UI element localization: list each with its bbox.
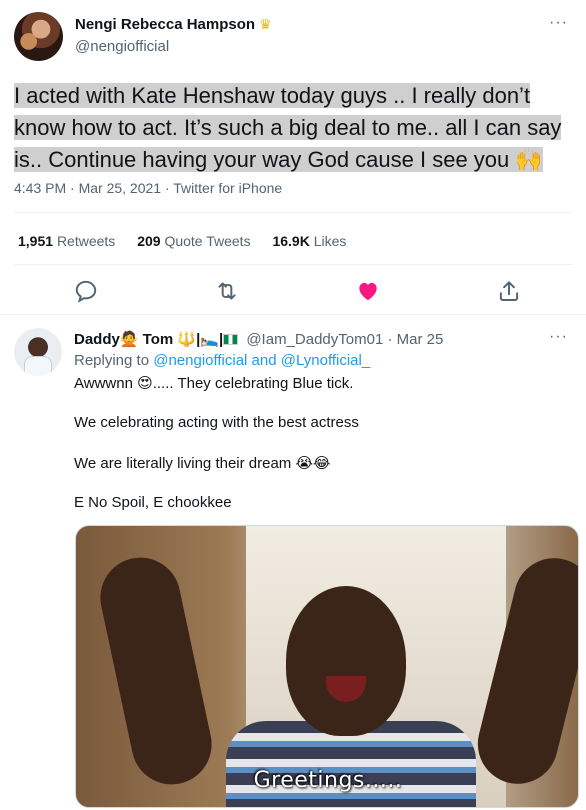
- like-icon[interactable]: [355, 278, 381, 304]
- reply-text-line: E No Spoil, E chookkee: [74, 494, 232, 511]
- quotes-count: 209: [137, 233, 161, 249]
- divider: [0, 314, 586, 315]
- tweet-text: I acted with Kate Henshaw today guys .. …: [14, 80, 574, 176]
- replying-to-links[interactable]: @nengiofficial and @Lynofficial_: [153, 352, 370, 369]
- quote-tweets-stat[interactable]: 209 Quote Tweets: [137, 233, 250, 249]
- reply-avatar[interactable]: [14, 328, 62, 376]
- divider: [14, 212, 572, 213]
- quotes-label: Quote Tweets: [164, 233, 251, 249]
- tweet-actions: [0, 278, 586, 304]
- reply-text-line: We celebrating acting with the best actr…: [74, 414, 359, 431]
- replying-to: Replying to @nengiofficial and @Lynoffic…: [74, 352, 370, 369]
- more-options-icon[interactable]: ···: [549, 14, 568, 32]
- reply-text-line: We are literally living their dream 😭😂: [74, 455, 331, 472]
- author-avatar[interactable]: [14, 12, 63, 61]
- engagement-stats: 1,951 Retweets 209 Quote Tweets 16.9K Li…: [18, 233, 364, 249]
- author-handle[interactable]: @nengiofficial: [75, 38, 169, 55]
- reply-author-name[interactable]: Daddy🙅 Tom 🔱|🛌|: [74, 331, 223, 348]
- author-name[interactable]: Nengi Rebecca Hampson ♛: [75, 16, 272, 33]
- author-name-text: Nengi Rebecca Hampson: [75, 16, 256, 33]
- reply-text-line: Awwwnn 😍..... They celebrating Blue tick…: [74, 375, 354, 392]
- more-options-icon[interactable]: ···: [549, 328, 568, 346]
- reply-icon[interactable]: [73, 278, 99, 304]
- retweets-count: 1,951: [18, 233, 54, 249]
- reply-author-handle[interactable]: @Iam_DaddyTom01 · Mar 25: [246, 331, 443, 348]
- tweet-meta[interactable]: 4:43 PM · Mar 25, 2021 · Twitter for iPh…: [14, 180, 282, 196]
- replying-prefix: Replying to: [74, 352, 154, 369]
- tweet-text-content: I acted with Kate Henshaw today guys .. …: [14, 83, 562, 172]
- likes-label: Likes: [313, 233, 347, 249]
- likes-stat[interactable]: 16.9K Likes: [272, 233, 346, 249]
- divider: [14, 264, 572, 265]
- retweets-label: Retweets: [56, 233, 116, 249]
- crown-icon: ♛: [259, 16, 272, 32]
- likes-count: 16.9K: [272, 233, 310, 249]
- retweet-icon[interactable]: [214, 278, 240, 304]
- share-icon[interactable]: [496, 278, 522, 304]
- nigeria-flag-icon: [223, 334, 239, 345]
- reply-media-image[interactable]: Greetings.....: [75, 525, 579, 808]
- media-caption: Greetings.....: [253, 768, 403, 793]
- retweets-stat[interactable]: 1,951 Retweets: [18, 233, 115, 249]
- reply-header: Daddy🙅 Tom 🔱|🛌| @Iam_DaddyTom01 · Mar 25: [74, 330, 443, 348]
